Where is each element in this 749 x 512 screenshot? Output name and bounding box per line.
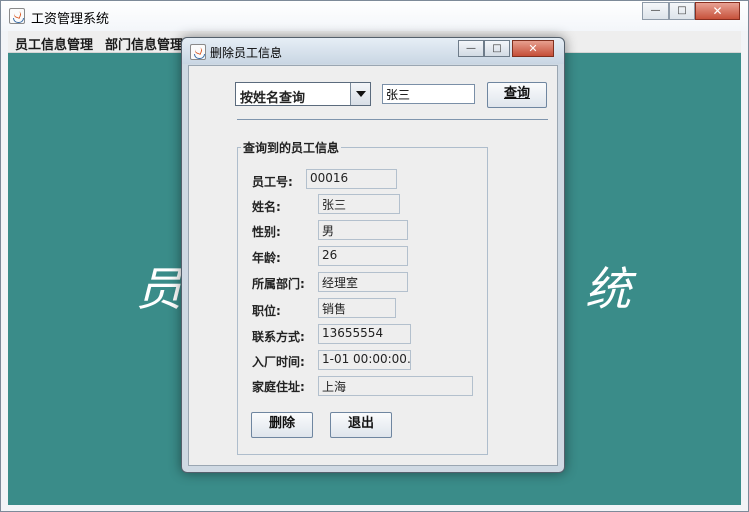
hire-date-label: 入厂时间: [252,355,305,369]
address-field[interactable]: 上海 [318,376,473,396]
dialog-title-bar[interactable]: 删除员工信息 — □ ✕ [182,38,564,64]
name-label: 姓名: [252,200,281,214]
position-field[interactable]: 销售 [318,298,396,318]
age-field[interactable]: 26 [318,246,408,266]
employee-id-field[interactable]: 00016 [306,169,397,189]
dialog-close-button[interactable]: ✕ [512,40,554,57]
contact-label: 联系方式: [252,330,305,344]
maximize-icon: □ [492,43,502,54]
hire-date-field[interactable]: 1-01 00:00:00.0 [318,350,411,370]
close-icon: ✕ [528,42,538,55]
search-type-select[interactable]: 按姓名查询 [235,82,371,106]
menu-employee-info[interactable]: 员工信息管理 [15,34,93,53]
separator [237,119,548,120]
search-input[interactable] [382,84,475,104]
chevron-down-icon[interactable] [350,83,370,105]
main-title-bar[interactable]: 工资管理系统 — □ ✕ [1,1,748,31]
minimize-icon: — [466,43,476,54]
gender-field[interactable]: 男 [318,220,408,240]
dialog-minimize-button[interactable]: — [458,40,484,57]
department-label: 所属部门: [252,277,305,291]
delete-button[interactable]: 删除 [251,412,313,438]
result-group-title: 查询到的员工信息 [241,139,342,156]
java-cup-icon [9,8,25,24]
minimize-icon: — [650,5,661,16]
delete-button-label: 删除 [268,416,295,431]
employee-id-label: 员工号: [252,175,293,189]
address-label: 家庭住址: [252,380,305,394]
gender-label: 性别: [252,225,281,239]
close-icon: ✕ [712,4,723,18]
dialog-content: 按姓名查询 查询 查询到的员工信息 员工号: 00016 姓名: 张三 性别: … [188,65,558,466]
minimize-button[interactable]: — [642,2,669,20]
query-button[interactable]: 查询 [487,82,547,108]
background-right-character: 统 [585,262,631,316]
contact-field[interactable]: 13655554 [318,324,411,344]
result-group: 查询到的员工信息 员工号: 00016 姓名: 张三 性别: 男 年龄: 26 … [237,139,488,455]
exit-button-label: 退出 [347,416,374,431]
position-label: 职位: [252,304,281,318]
maximize-icon: □ [677,5,687,16]
delete-employee-dialog: 删除员工信息 — □ ✕ 按姓名查询 查询 查询到的员工信息 员工号: 0001… [181,37,565,473]
search-type-selected: 按姓名查询 [240,91,306,106]
dialog-title: 删除员工信息 [210,46,283,60]
name-field[interactable]: 张三 [318,194,400,214]
department-field[interactable]: 经理室 [318,272,408,292]
background-left-character: 员 [136,262,182,316]
close-button[interactable]: ✕ [695,2,740,20]
maximize-button[interactable]: □ [669,2,695,20]
menu-department-info[interactable]: 部门信息管理 [105,34,183,53]
java-cup-icon [190,44,206,60]
query-button-label: 查询 [503,86,530,101]
dialog-maximize-button[interactable]: □ [484,40,510,57]
age-label: 年龄: [252,251,281,265]
exit-button[interactable]: 退出 [330,412,392,438]
main-window-title: 工资管理系统 [31,12,110,27]
